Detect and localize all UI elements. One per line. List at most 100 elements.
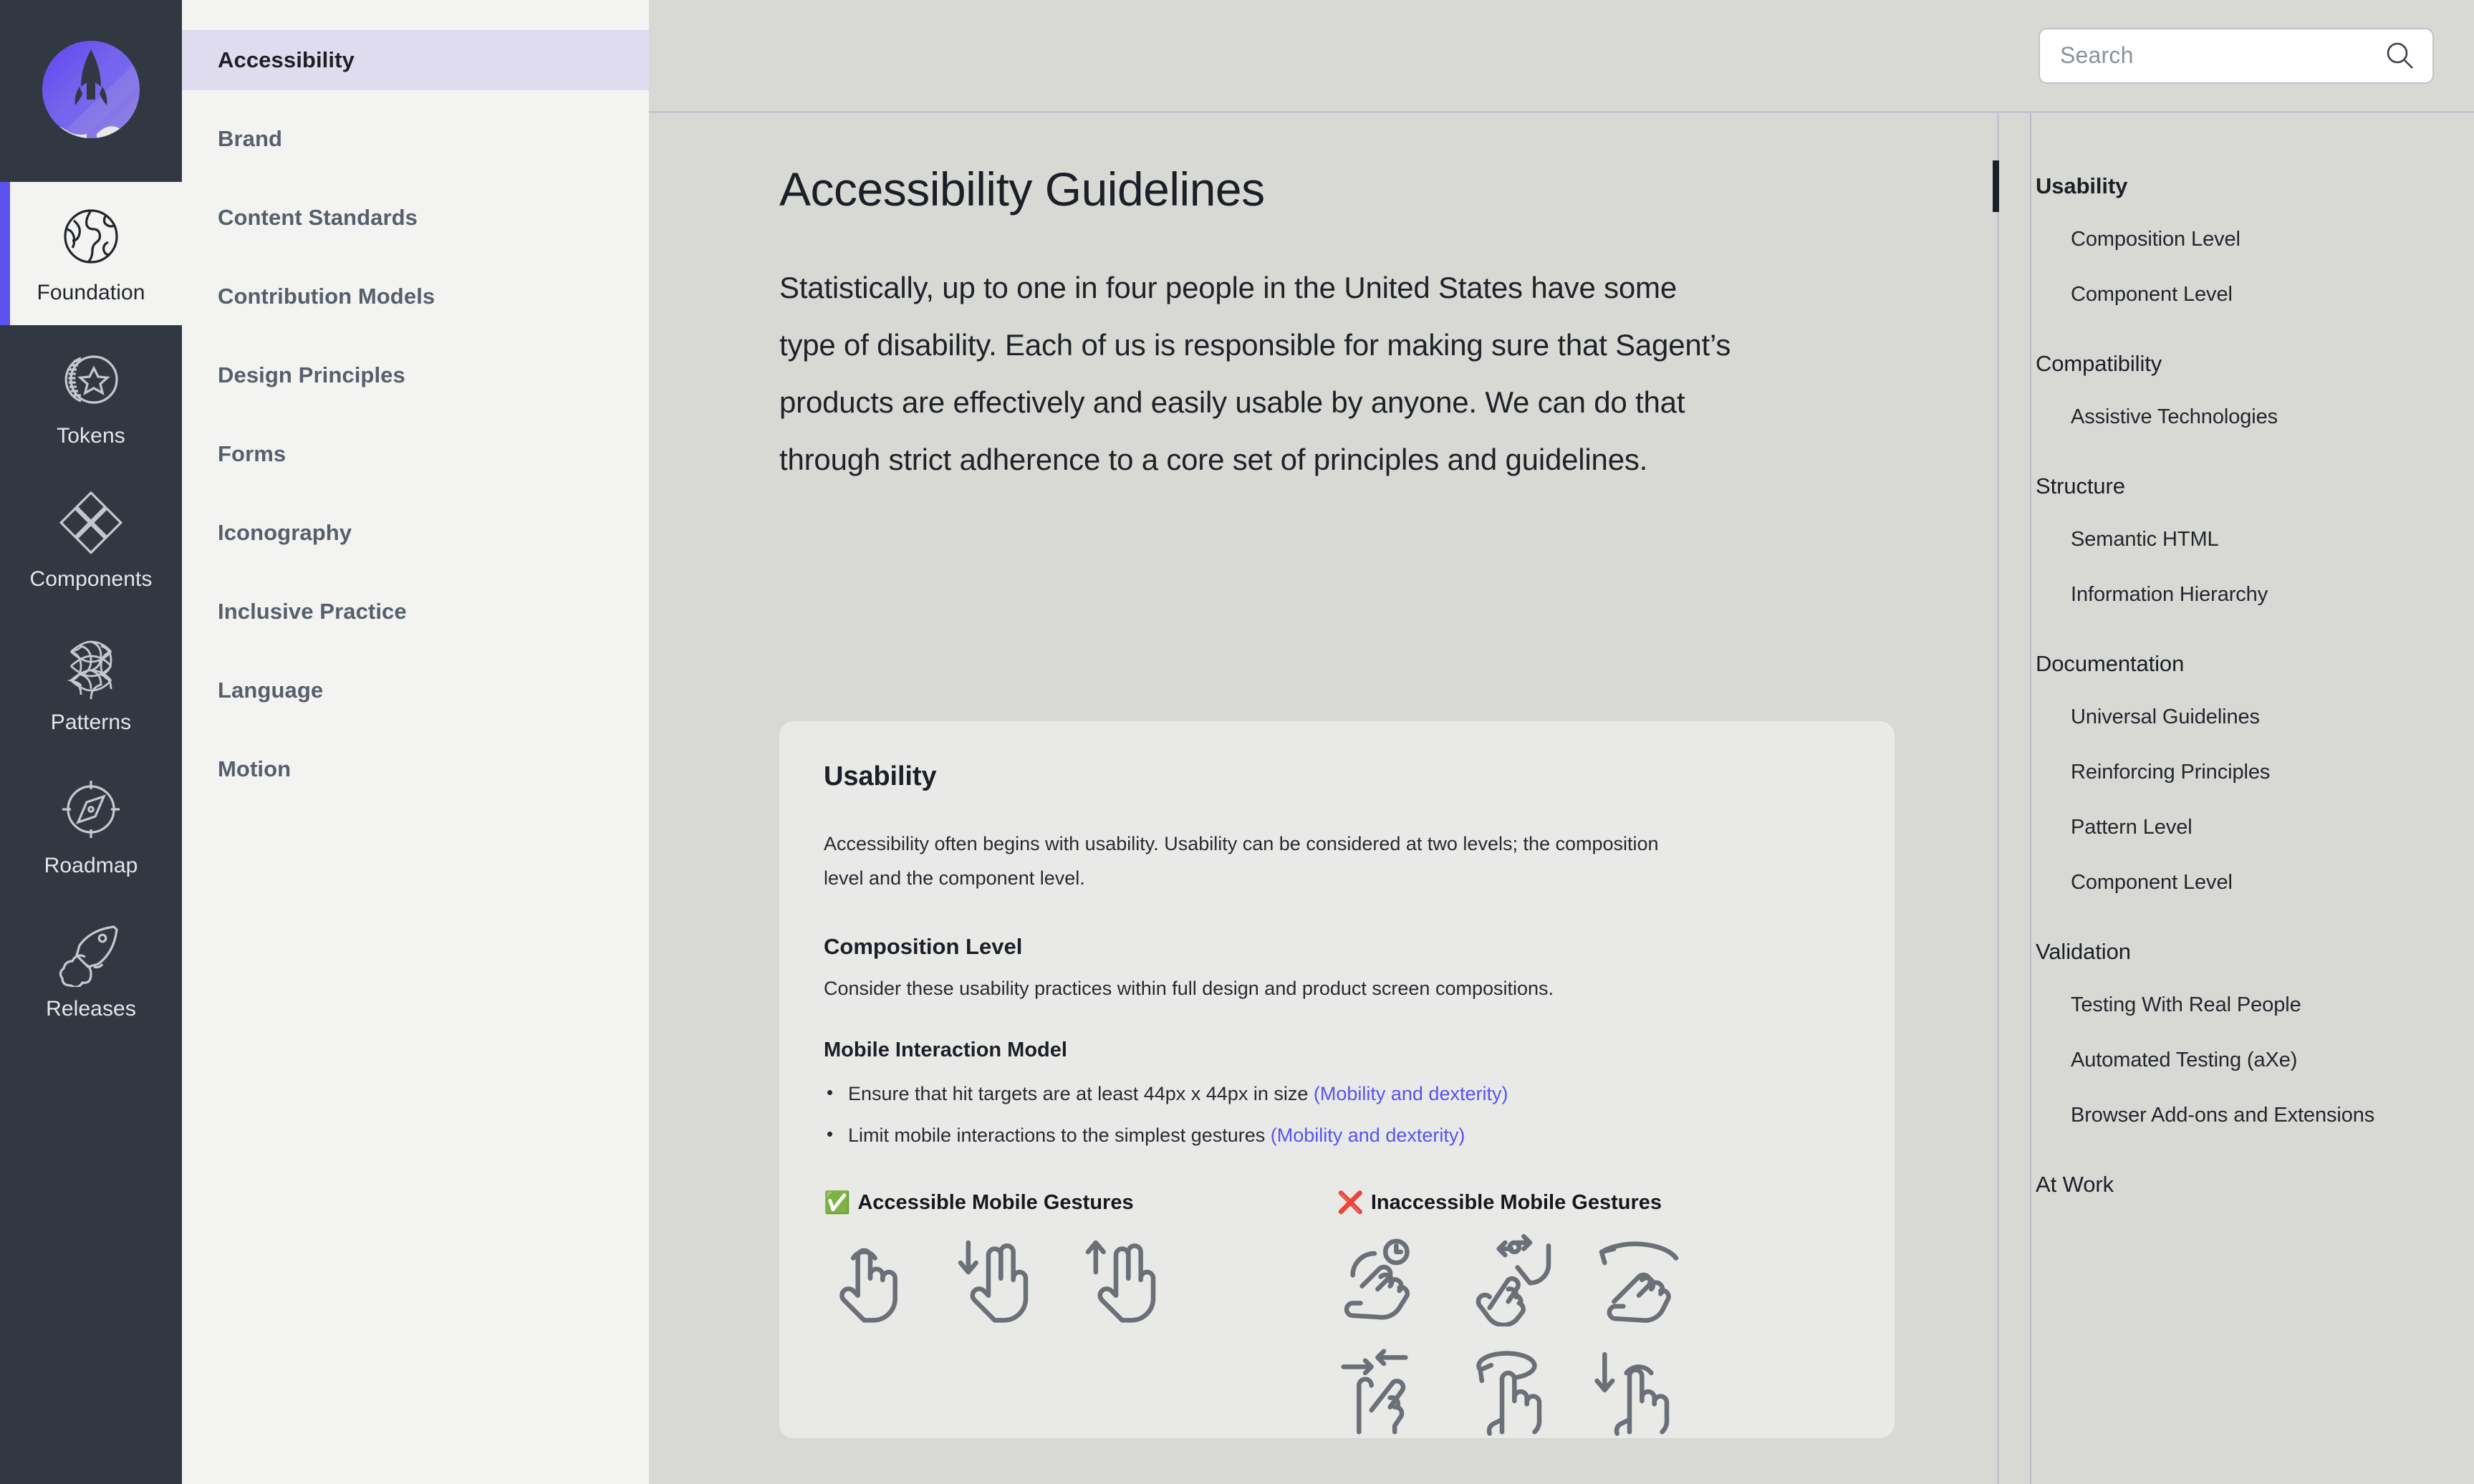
list-item: Limit mobile interactions to the simples… bbox=[824, 1118, 1850, 1151]
toc-heading-validation[interactable]: Validation bbox=[1999, 926, 2474, 978]
toc-heading-documentation[interactable]: Documentation bbox=[1999, 638, 2474, 690]
three-finger-swipe-down-icon bbox=[1594, 1352, 1669, 1436]
composition-level-body: Consider these usability practices withi… bbox=[824, 978, 1554, 999]
toc-item-universal-guidelines[interactable]: Universal Guidelines bbox=[1999, 690, 2474, 745]
page-title: Accessibility Guidelines bbox=[779, 163, 1265, 216]
bullet-link[interactable]: (Mobility and dexterity) bbox=[1271, 1124, 1465, 1146]
toc-item-component-level[interactable]: Component Level bbox=[1999, 267, 2474, 322]
globe-icon bbox=[64, 209, 118, 264]
primary-rail: Foundation Tokens Components Patterns Ro… bbox=[0, 0, 182, 1484]
composition-level-heading: Composition Level bbox=[824, 934, 1023, 959]
toc-item-component-level-doc[interactable]: Component Level bbox=[1999, 855, 2474, 910]
secondary-nav: Accessibility Brand Content Standards Co… bbox=[182, 0, 649, 1484]
toc-item-information-hierarchy[interactable]: Information Hierarchy bbox=[1999, 567, 2474, 622]
rail-item-label: Components bbox=[29, 567, 153, 591]
toc-heading-compatibility[interactable]: Compatibility bbox=[1999, 338, 2474, 390]
two-finger-drag-icon bbox=[1340, 1349, 1408, 1435]
inaccessible-gestures-row-2 bbox=[1337, 1345, 1851, 1438]
rail-item-label: Patterns bbox=[50, 710, 132, 734]
bullet-link[interactable]: (Mobility and dexterity) bbox=[1314, 1083, 1508, 1104]
rail-item-releases[interactable]: Releases bbox=[0, 898, 182, 1041]
four-diamonds-icon bbox=[59, 491, 123, 554]
subnav-item-forms[interactable]: Forms bbox=[182, 424, 649, 484]
inaccessible-gestures-heading: ❌ Inaccessible Mobile Gestures bbox=[1337, 1191, 1851, 1215]
bullet-text: Ensure that hit targets are at least 44p… bbox=[848, 1083, 1314, 1104]
subnav-item-language[interactable]: Language bbox=[182, 660, 649, 721]
subnav-item-motion[interactable]: Motion bbox=[182, 739, 649, 799]
subnav-item-content-standards[interactable]: Content Standards bbox=[182, 188, 649, 248]
app-logo[interactable] bbox=[0, 0, 182, 182]
subnav-divider bbox=[182, 169, 649, 188]
rail-item-list: Foundation Tokens Components Patterns Ro… bbox=[0, 182, 182, 1041]
accessible-gestures-row bbox=[824, 1233, 1337, 1326]
subnav-divider bbox=[182, 721, 649, 739]
main-region: Search Accessibility Guidelines Statisti… bbox=[649, 0, 2474, 1484]
subnav-divider bbox=[182, 642, 649, 660]
toc-group-documentation: Documentation Universal Guidelines Reinf… bbox=[1999, 638, 2474, 910]
rail-item-foundation[interactable]: Foundation bbox=[0, 182, 182, 325]
content-and-toc: Accessibility Guidelines Statistically, … bbox=[649, 113, 2474, 1484]
subnav-divider bbox=[182, 327, 649, 345]
rail-item-label: Roadmap bbox=[44, 854, 138, 877]
rocket-icon bbox=[59, 925, 118, 987]
toc-spacer bbox=[1999, 322, 2474, 338]
toc-item-composition-level[interactable]: Composition Level bbox=[1999, 212, 2474, 267]
toc-group-compatibility: Compatibility Assistive Technologies bbox=[1999, 338, 2474, 445]
toc-item-semantic-html[interactable]: Semantic HTML bbox=[1999, 512, 2474, 567]
toc-group-at-work: At Work bbox=[1999, 1159, 2474, 1210]
usability-card: Usability Accessibility often begins wit… bbox=[779, 721, 1895, 1438]
search-input[interactable]: Search bbox=[2060, 42, 2384, 69]
tap-gesture-icon bbox=[839, 1248, 897, 1323]
page-intro: Statistically, up to one in four people … bbox=[779, 271, 1731, 476]
toc-item-automated-testing-axe[interactable]: Automated Testing (aXe) bbox=[1999, 1033, 2474, 1088]
article-content: Accessibility Guidelines Statistically, … bbox=[649, 113, 1997, 1484]
search-field[interactable]: Search bbox=[2039, 27, 2434, 84]
one-finger-rotate-icon bbox=[1476, 1351, 1541, 1436]
toc-heading-usability[interactable]: Usability bbox=[1993, 160, 2474, 212]
toc-item-reinforcing-principles[interactable]: Reinforcing Principles bbox=[1999, 745, 2474, 800]
list-item: Ensure that hit targets are at least 44p… bbox=[824, 1076, 1850, 1109]
mobile-guidelines-list: Ensure that hit targets are at least 44p… bbox=[824, 1076, 1850, 1151]
compass-icon bbox=[62, 781, 120, 838]
search-icon[interactable] bbox=[2384, 40, 2415, 72]
subnav-item-inclusive-practice[interactable]: Inclusive Practice bbox=[182, 582, 649, 642]
rocket-launch-logo-icon bbox=[34, 34, 148, 148]
subnav-divider bbox=[182, 90, 649, 109]
inaccessible-gestures-column: ❌ Inaccessible Mobile Gestures bbox=[1337, 1191, 1851, 1438]
rail-item-components[interactable]: Components bbox=[0, 468, 182, 612]
inaccessible-gestures-label: Inaccessible Mobile Gestures bbox=[1370, 1191, 1662, 1214]
mobile-interaction-model-heading: Mobile Interaction Model bbox=[824, 1039, 1067, 1061]
rail-item-label: Tokens bbox=[57, 424, 125, 448]
cross-mark-icon: ❌ bbox=[1337, 1190, 1364, 1215]
toc-heading-structure[interactable]: Structure bbox=[1999, 461, 2474, 512]
subnav-item-iconography[interactable]: Iconography bbox=[182, 503, 649, 563]
top-bar: Search bbox=[649, 0, 2474, 113]
two-finger-swipe-down-icon bbox=[958, 1240, 1029, 1323]
subnav-item-accessibility[interactable]: Accessibility bbox=[182, 30, 649, 90]
bullet-text: Limit mobile interactions to the simples… bbox=[848, 1124, 1271, 1146]
toc-group-usability: Usability Composition Level Component Le… bbox=[1993, 160, 2474, 322]
rail-item-tokens[interactable]: Tokens bbox=[0, 325, 182, 468]
toc-item-pattern-level[interactable]: Pattern Level bbox=[1999, 800, 2474, 855]
rail-item-label: Foundation bbox=[37, 281, 145, 304]
toc-group-validation: Validation Testing With Real People Auto… bbox=[1999, 926, 2474, 1143]
toc-group-structure: Structure Semantic HTML Information Hier… bbox=[1999, 461, 2474, 622]
toc-heading-at-work[interactable]: At Work bbox=[1999, 1159, 2474, 1210]
accessible-gestures-label: Accessible Mobile Gestures bbox=[857, 1191, 1134, 1214]
rail-item-roadmap[interactable]: Roadmap bbox=[0, 755, 182, 898]
subnav-item-design-principles[interactable]: Design Principles bbox=[182, 345, 649, 405]
table-of-contents: Usability Composition Level Component Le… bbox=[1993, 113, 2474, 1484]
subnav-item-contribution-models[interactable]: Contribution Models bbox=[182, 266, 649, 327]
toc-item-testing-with-real-people[interactable]: Testing With Real People bbox=[1999, 978, 2474, 1033]
toc-item-browser-add-ons[interactable]: Browser Add-ons and Extensions bbox=[1999, 1088, 2474, 1143]
subnav-item-brand[interactable]: Brand bbox=[182, 109, 649, 169]
accessible-gestures-heading: ✅ Accessible Mobile Gestures bbox=[824, 1191, 1337, 1215]
toc-spacer bbox=[1999, 445, 2474, 461]
accessible-gestures-column: ✅ Accessible Mobile Gestures bbox=[824, 1191, 1337, 1438]
toc-spacer bbox=[1999, 1143, 2474, 1159]
coin-star-icon bbox=[64, 355, 118, 404]
app-root: Foundation Tokens Components Patterns Ro… bbox=[0, 0, 2474, 1484]
toc-item-assistive-technologies[interactable]: Assistive Technologies bbox=[1999, 390, 2474, 445]
rail-item-patterns[interactable]: Patterns bbox=[0, 612, 182, 755]
subnav-divider bbox=[182, 484, 649, 503]
